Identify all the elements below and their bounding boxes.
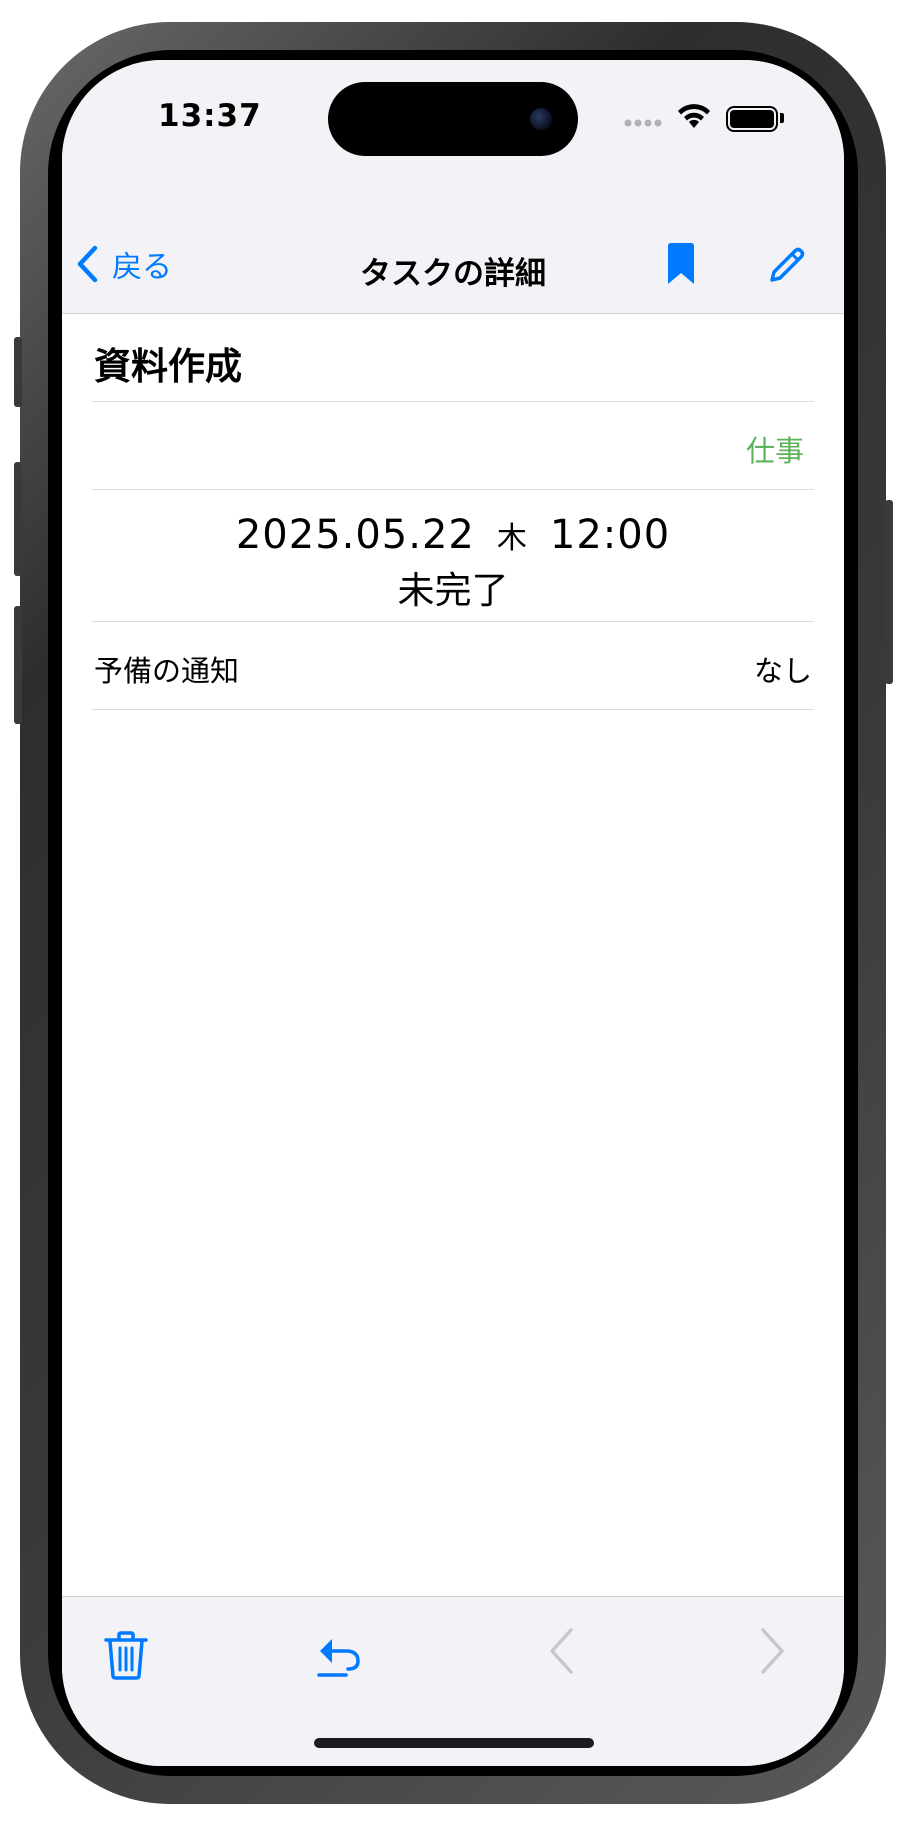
volume-up-button [14, 462, 22, 576]
pencil-icon [770, 247, 805, 282]
due-time: 12:00 [549, 512, 671, 558]
power-button [885, 500, 893, 684]
front-camera [530, 108, 552, 130]
chevron-right-icon [761, 1628, 784, 1674]
screen: 13:37 戻る タスクの詳細 資料作成 仕事 2025.05.22 木 12:… [62, 60, 844, 1766]
battery-level [730, 110, 774, 128]
bookmark-icon [668, 243, 694, 284]
navigation-bar: 戻る タスクの詳細 [62, 210, 844, 314]
category-row: 仕事 [92, 402, 814, 490]
task-detail: 資料作成 仕事 2025.05.22 木 12:00 未完了 予備の通知 なし [62, 314, 844, 710]
battery-icon [726, 106, 778, 132]
volume-down-button [14, 606, 22, 724]
chevron-left-icon [550, 1628, 573, 1674]
completion-status: 未完了 [397, 569, 509, 612]
next-button[interactable] [760, 1627, 786, 1679]
delete-button[interactable] [104, 1631, 148, 1685]
backup-notification-row[interactable]: 予備の通知 なし [92, 622, 814, 710]
backup-notification-label: 予備の通知 [94, 654, 240, 688]
due-datetime: 2025.05.22 木 12:00 [92, 512, 814, 558]
previous-button[interactable] [548, 1627, 574, 1679]
due-weekday: 木 [496, 521, 528, 556]
datetime-row: 2025.05.22 木 12:00 未完了 [92, 490, 814, 622]
status-bar: 13:37 [62, 60, 844, 210]
action-button [14, 337, 22, 407]
home-indicator[interactable] [314, 1738, 594, 1748]
page-title: タスクの詳細 [360, 256, 546, 292]
due-date: 2025.05.22 [235, 512, 475, 558]
bookmark-button[interactable] [666, 242, 696, 290]
undo-button[interactable] [316, 1635, 364, 1683]
category-label: 仕事 [745, 434, 804, 468]
battery-tip [780, 113, 784, 123]
backup-notification-value: なし [753, 654, 812, 688]
cellular-signal-icon [624, 119, 662, 127]
undo-arrow-icon [317, 1639, 360, 1677]
edit-button[interactable] [768, 246, 806, 288]
trash-icon [104, 1631, 148, 1680]
wifi-icon [678, 104, 710, 128]
dynamic-island [328, 82, 578, 156]
status-time: 13:37 [158, 98, 262, 134]
task-title: 資料作成 [92, 314, 814, 402]
